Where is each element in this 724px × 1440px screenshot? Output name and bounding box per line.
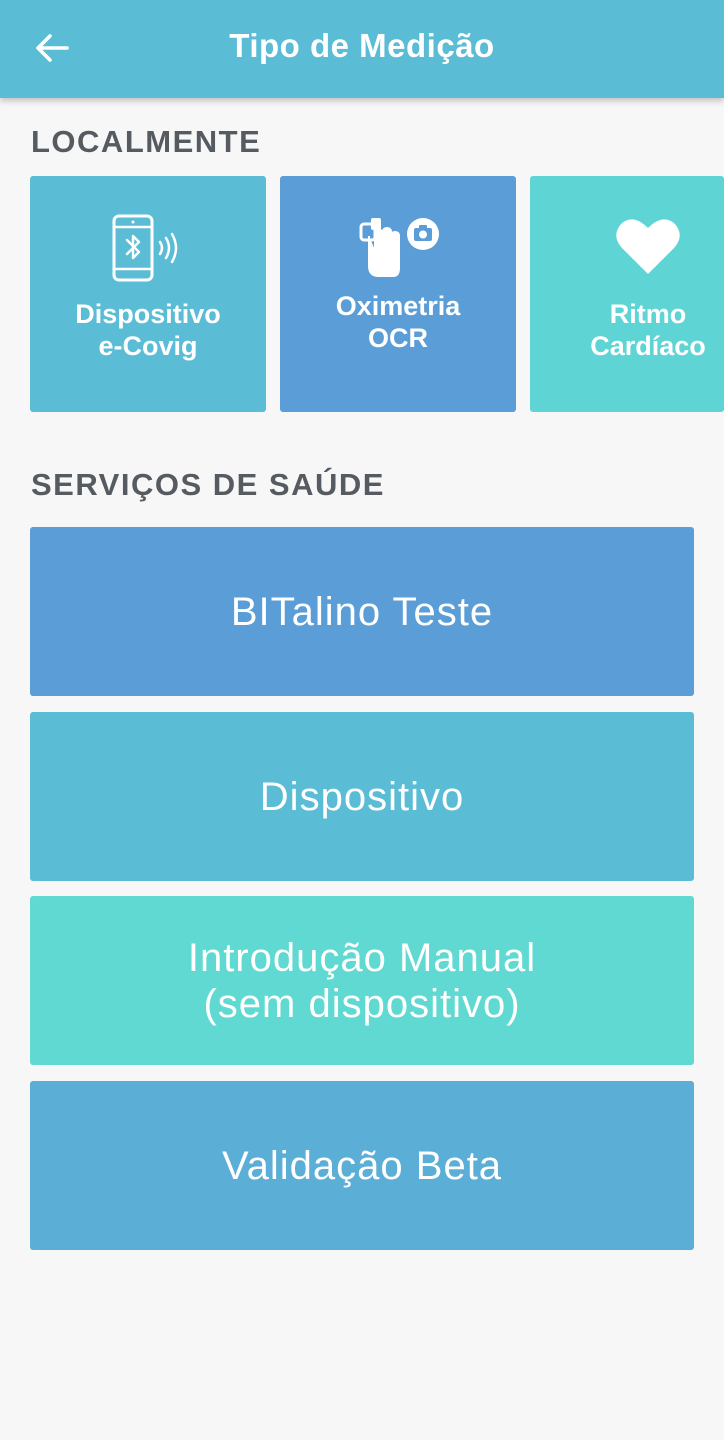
finger-oximeter-camera-icon <box>280 214 516 280</box>
tile-label: Oximetria OCR <box>335 291 461 353</box>
button-label: Dispositivo <box>259 774 465 819</box>
heart-icon <box>530 216 724 276</box>
button-label: Validação Beta <box>221 1143 503 1188</box>
button-label: BITalino Teste <box>230 589 494 634</box>
app-bar: Tipo de Medição <box>0 0 724 98</box>
tile-ritmo-cardiaco[interactable]: Ritmo Cardíaco <box>530 176 724 412</box>
button-label: Introdução Manual (sem dispositivo) <box>187 935 537 1026</box>
bitalino-teste-button[interactable]: BITalino Teste <box>30 527 694 696</box>
section-title-local: LOCALMENTE <box>31 124 262 159</box>
validacao-beta-button[interactable]: Validação Beta <box>30 1081 694 1250</box>
dispositivo-button[interactable]: Dispositivo <box>30 712 694 881</box>
introducao-manual-button[interactable]: Introdução Manual (sem dispositivo) <box>30 896 694 1065</box>
tile-label: Dispositivo e-Covig <box>75 299 221 361</box>
tile-label: Ritmo Cardíaco <box>590 299 706 361</box>
phone-bluetooth-icon <box>30 214 266 284</box>
section-title-health-services: SERVIÇOS DE SAÚDE <box>31 467 385 502</box>
tile-dispositivo-ecovig[interactable]: Dispositivo e-Covig <box>30 176 266 412</box>
page-title: Tipo de Medição <box>229 27 495 64</box>
tile-oximetria-ocr[interactable]: Oximetria OCR <box>280 176 516 412</box>
